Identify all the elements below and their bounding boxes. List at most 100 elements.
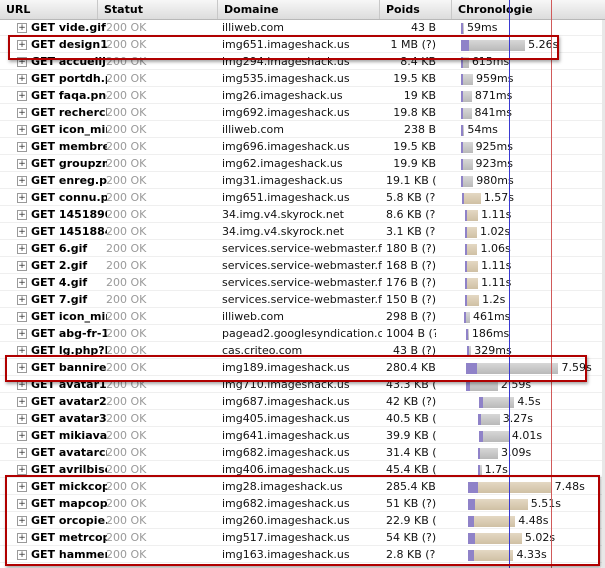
- timeline-receive-segment: [466, 210, 479, 221]
- request-url: GET icon_min: [31, 123, 107, 136]
- request-row[interactable]: + GET groupzm 200 OK img62.imageshack.us 19.…: [0, 156, 605, 172]
- request-row[interactable]: + GET icon_min 200 OK illiweb.com 298 B (?) 4…: [0, 309, 605, 325]
- timeline-receive-segment: [482, 431, 509, 442]
- expand-icon[interactable]: +: [17, 227, 27, 237]
- request-size: 238 B: [403, 123, 436, 136]
- request-row[interactable]: + GET 1451890 200 OK 34.img.v4.skyrock.net 8…: [0, 207, 605, 223]
- timeline-bar: [464, 227, 477, 238]
- column-header-domain[interactable]: Domaine: [218, 0, 380, 19]
- expand-icon[interactable]: +: [17, 261, 27, 271]
- request-row[interactable]: + GET enreg.png200 OK img31.imageshack.us 1…: [0, 173, 605, 189]
- request-row[interactable]: + GET 2.gif 200 OK services.service-webmast…: [0, 258, 605, 274]
- expand-icon[interactable]: +: [17, 125, 27, 135]
- request-row[interactable]: + GET recherchi200 OK img692.imageshack.us…: [0, 105, 605, 121]
- request-row[interactable]: + GET connu.pn200 OK img651.imageshack.us 5…: [0, 190, 605, 206]
- timeline-bar: [461, 74, 473, 85]
- request-row[interactable]: + GET vide.gif 200 OK illiweb.com 43 B 59ms: [0, 20, 605, 36]
- request-duration: 1.2s: [482, 293, 506, 306]
- request-duration: 1.11s: [481, 276, 512, 289]
- timeline-receive-segment: [466, 227, 477, 238]
- expand-icon[interactable]: +: [17, 91, 27, 101]
- request-row[interactable]: + GET membres200 OK img696.imageshack.us 19…: [0, 139, 605, 155]
- timeline-bar: [461, 159, 473, 170]
- request-domain: illiweb.com: [222, 310, 284, 323]
- request-row[interactable]: + GET 6.gif 200 OK services.service-webmast…: [0, 241, 605, 257]
- expand-icon[interactable]: +: [17, 210, 27, 220]
- timeline-bar: [461, 193, 481, 204]
- request-url: GET portdh.pr: [31, 72, 107, 85]
- request-domain: 34.img.v4.skyrock.net: [222, 225, 344, 238]
- column-header-status[interactable]: Statut: [98, 0, 218, 19]
- expand-icon[interactable]: +: [17, 176, 27, 186]
- request-size: 19.8 KB: [393, 106, 436, 119]
- request-domain: img405.imageshack.us: [222, 412, 350, 425]
- expand-icon[interactable]: +: [17, 244, 27, 254]
- expand-icon[interactable]: +: [17, 397, 27, 407]
- request-domain: illiweb.com: [222, 123, 284, 136]
- request-status: 200 OK: [106, 446, 147, 459]
- timeline-bar: [464, 278, 479, 289]
- request-url: GET 1451884: [31, 225, 107, 238]
- request-url: GET 6.gif: [31, 242, 88, 255]
- request-duration: 54ms: [467, 123, 498, 136]
- expand-icon[interactable]: +: [17, 414, 27, 424]
- request-duration: 841ms: [474, 106, 512, 119]
- request-domain: img641.imageshack.us: [222, 429, 350, 442]
- request-size: 5.8 KB (?): [386, 191, 436, 204]
- timeline-receive-segment: [463, 125, 465, 136]
- request-row[interactable]: + GET avatar2c 200 OK img687.imageshack.us 4…: [0, 394, 605, 410]
- expand-icon[interactable]: +: [17, 23, 27, 33]
- highlight-box-design1h: [8, 35, 559, 60]
- column-header-timeline[interactable]: Chronologie: [452, 0, 605, 19]
- request-url: GET connu.pn: [31, 191, 107, 204]
- request-duration: 925ms: [475, 140, 514, 153]
- timeline-bar: [464, 312, 470, 323]
- expand-icon[interactable]: +: [17, 295, 27, 305]
- request-row[interactable]: + GET avatarcn 200 OK img682.imageshack.us 3…: [0, 445, 605, 461]
- request-duration: 1.06s: [480, 242, 511, 255]
- expand-icon[interactable]: +: [17, 142, 27, 152]
- request-url: GET 2.gif: [31, 259, 88, 272]
- expand-icon[interactable]: +: [17, 431, 27, 441]
- expand-icon[interactable]: +: [17, 108, 27, 118]
- request-row[interactable]: + GET portdh.pr200 OK img535.imageshack.us…: [0, 71, 605, 87]
- expand-icon[interactable]: +: [17, 329, 27, 339]
- expand-icon[interactable]: +: [17, 312, 27, 322]
- request-row[interactable]: + GET faqa.png 200 OK img26.imageshack.us 19…: [0, 88, 605, 104]
- column-header-url[interactable]: URL: [0, 0, 98, 19]
- request-status: 200 OK: [106, 293, 147, 306]
- column-header-size[interactable]: Poids: [380, 0, 452, 19]
- request-row[interactable]: + GET abg-fr-10200 OK pagead2.googlesyndic…: [0, 326, 605, 342]
- request-url: GET membres: [31, 140, 107, 153]
- timeline-bar: [479, 431, 509, 442]
- expand-icon[interactable]: +: [17, 465, 27, 475]
- request-status: 200 OK: [106, 327, 147, 340]
- timeline-receive-segment: [463, 23, 464, 34]
- request-row[interactable]: + GET 7.gif 200 OK services.service-webmast…: [0, 292, 605, 308]
- timeline-receive-segment: [463, 108, 472, 119]
- expand-icon[interactable]: +: [17, 193, 27, 203]
- request-row[interactable]: + GET icon_min 200 OK illiweb.com 238 B 54ms: [0, 122, 605, 138]
- expand-icon[interactable]: +: [17, 74, 27, 84]
- request-duration: 923ms: [475, 157, 513, 170]
- request-size: 176 B (?): [386, 276, 436, 289]
- request-domain: services.service-webmaster.fr: [222, 259, 382, 272]
- request-domain: img687.imageshack.us: [222, 395, 350, 408]
- expand-icon[interactable]: +: [17, 159, 27, 169]
- timeline-receive-segment: [467, 329, 469, 340]
- request-row[interactable]: + GET mikiavati200 OK img641.imageshack.us…: [0, 428, 605, 444]
- request-row[interactable]: + GET 1451884 200 OK 34.img.v4.skyrock.net 3…: [0, 224, 605, 240]
- request-domain: img682.imageshack.us: [222, 446, 350, 459]
- timeline-receive-segment: [463, 91, 472, 102]
- request-size: 19.9 KB: [393, 157, 436, 170]
- expand-icon[interactable]: +: [17, 278, 27, 288]
- expand-icon[interactable]: +: [17, 448, 27, 458]
- request-url: GET avatar3c: [31, 412, 107, 425]
- request-domain: img31.imageshack.us: [222, 174, 343, 187]
- request-status: 200 OK: [106, 191, 147, 204]
- request-size: 1004 B (?): [386, 327, 436, 340]
- request-row[interactable]: + GET avatar3c 200 OK img405.imageshack.us 4…: [0, 411, 605, 427]
- request-duration: 186ms: [471, 327, 510, 340]
- request-size: 3.1 KB (?): [386, 225, 436, 238]
- request-row[interactable]: + GET 4.gif 200 OK services.service-webmast…: [0, 275, 605, 291]
